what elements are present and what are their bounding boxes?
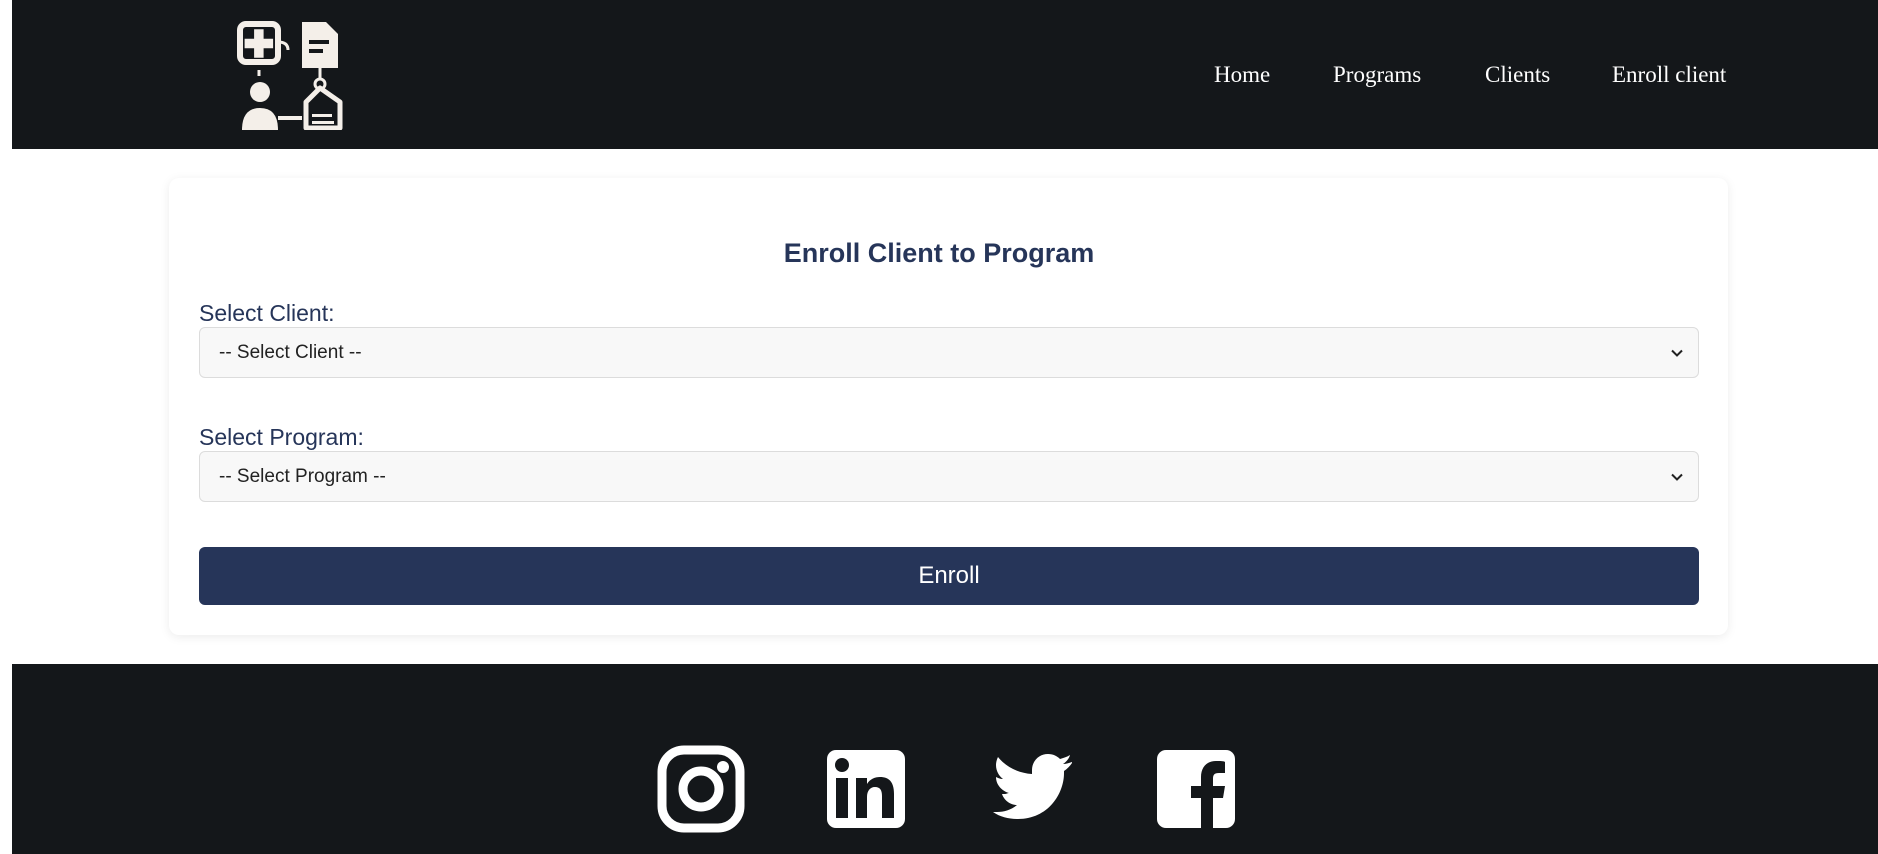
chevron-down-icon xyxy=(1671,349,1683,357)
site-header: Home Programs Clients Enroll client xyxy=(12,0,1878,149)
nav-clients-link[interactable]: Clients xyxy=(1485,58,1550,92)
site-footer xyxy=(12,664,1878,854)
linkedin-icon[interactable] xyxy=(821,744,911,834)
nav-programs-link[interactable]: Programs xyxy=(1333,58,1421,92)
client-select-value: -- Select Client -- xyxy=(219,342,362,363)
chevron-down-icon xyxy=(1671,473,1683,481)
client-select-label: Select Client: xyxy=(199,300,335,326)
client-select[interactable]: -- Select Client -- xyxy=(199,327,1699,378)
nav-enroll-client-link[interactable]: Enroll client xyxy=(1612,58,1726,92)
form-title: Enroll Client to Program xyxy=(783,238,1095,268)
instagram-icon[interactable] xyxy=(656,744,746,834)
twitter-icon[interactable] xyxy=(986,744,1076,834)
program-select-value: -- Select Program -- xyxy=(219,466,386,487)
facebook-icon[interactable] xyxy=(1151,744,1241,834)
program-select[interactable]: -- Select Program -- xyxy=(199,451,1699,502)
enroll-button-label: Enroll xyxy=(918,562,980,589)
main-nav: Home Programs Clients Enroll client xyxy=(12,58,1878,92)
enroll-button[interactable]: Enroll xyxy=(199,547,1699,605)
nav-home-link[interactable]: Home xyxy=(1214,58,1270,92)
program-select-label: Select Program: xyxy=(199,424,364,450)
